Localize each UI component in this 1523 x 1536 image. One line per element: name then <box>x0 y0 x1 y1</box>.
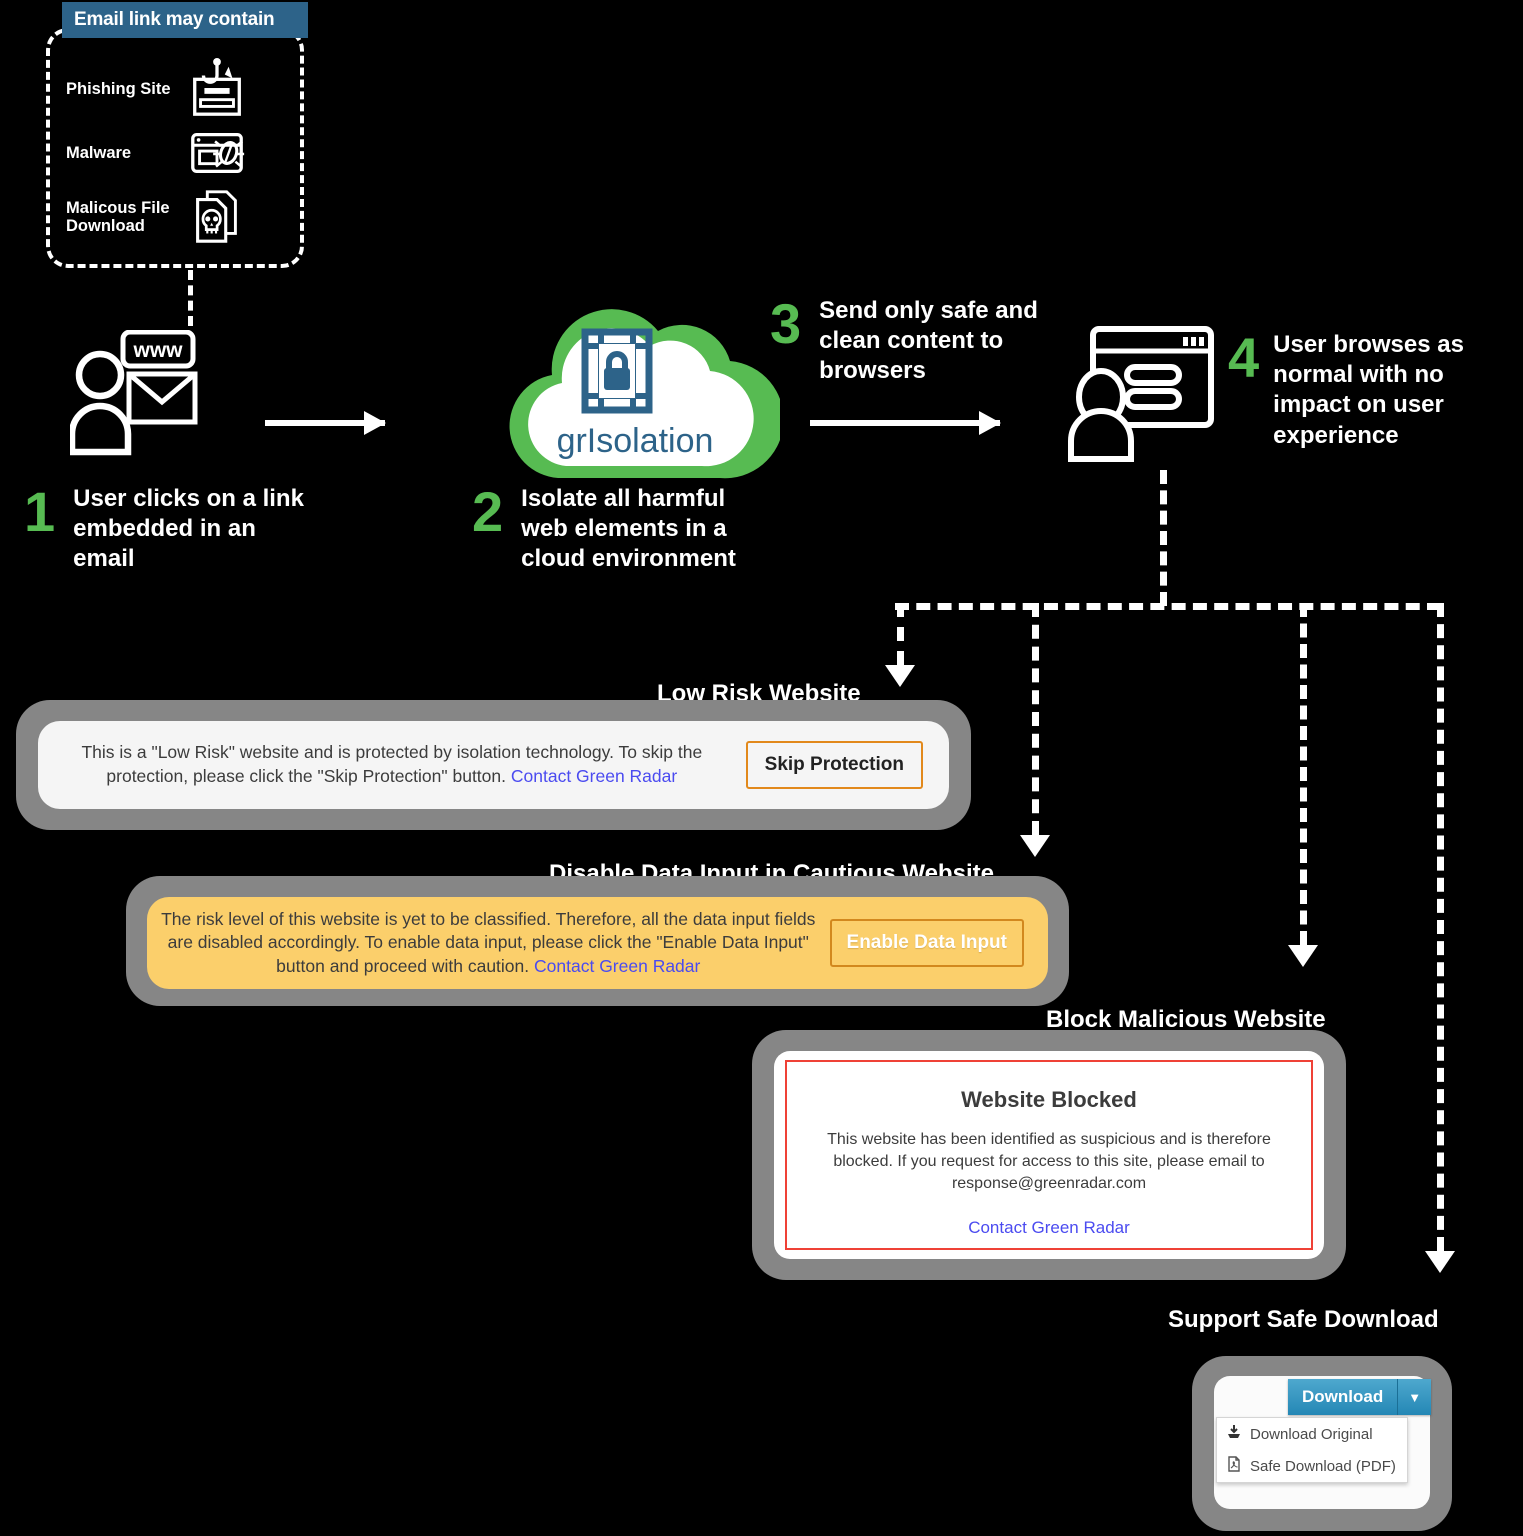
download-arrow-tray-icon <box>1226 1424 1242 1444</box>
threat-item-label: Malicous File Download <box>66 198 170 235</box>
contact-green-radar-link[interactable]: Contact Green Radar <box>511 766 677 786</box>
step-caption: Send only safe and clean content to brow… <box>819 297 1038 385</box>
arrow-step1-to-step2 <box>265 411 386 435</box>
user-with-www-envelope-icon: www <box>70 330 240 470</box>
arrow-step2-to-step3 <box>810 411 1001 435</box>
threat-box-header-label: Email link may contain <box>74 9 275 30</box>
cautious-panel: The risk level of this website is yet to… <box>126 876 1069 1006</box>
step-4: 4 User browses as normal with no impact … <box>1228 330 1513 451</box>
step-caption: Isolate all harmful web elements in a cl… <box>521 485 736 573</box>
blocked-notice: Website Blocked This website has been id… <box>785 1060 1313 1250</box>
skip-protection-button[interactable]: Skip Protection <box>745 741 923 789</box>
contact-green-radar-link[interactable]: Contact Green Radar <box>787 1218 1311 1238</box>
blocked-panel: Website Blocked This website has been id… <box>752 1030 1346 1280</box>
branch-blocked-arrowhead <box>1288 945 1318 967</box>
threat-box-header: Email link may contain <box>62 2 308 38</box>
branch-blocked-line <box>1300 603 1307 945</box>
threat-item-phishing: Phishing Site <box>66 58 296 120</box>
svg-text:www: www <box>132 339 183 362</box>
step-caption: User browses as normal with no impact on… <box>1273 331 1464 449</box>
menu-item-label: Safe Download (PDF) <box>1250 1457 1396 1475</box>
branch-download-line <box>1437 603 1444 1251</box>
step-2: 2 Isolate all harmful web elements in a … <box>472 484 772 575</box>
skull-document-icon <box>186 186 248 248</box>
grisolation-cloud: grIsolation <box>490 300 780 485</box>
branch-lowrisk-line <box>897 603 904 665</box>
bus-horizontal <box>895 603 1441 610</box>
threat-item-label: Malware <box>66 143 132 162</box>
branch-cautious-line <box>1032 603 1039 835</box>
step-1: 1 User clicks on a link embedded in an e… <box>24 484 314 575</box>
diagram-canvas: Email link may contain Phishing Site Mal… <box>0 0 1523 1536</box>
blocked-body-text: This website has been identified as susp… <box>827 1131 1271 1192</box>
step-number: 1 <box>24 480 56 543</box>
blocked-heading: Website Blocked <box>961 1087 1137 1112</box>
pdf-file-icon <box>1226 1456 1242 1476</box>
menu-item-safe-download-pdf[interactable]: Safe Download (PDF) <box>1217 1450 1407 1482</box>
branch-cautious-arrowhead <box>1020 835 1050 857</box>
step-number: 4 <box>1228 326 1260 389</box>
download-button-group: Download ▼ <box>1288 1379 1432 1415</box>
step-3: 3 Send only safe and clean content to br… <box>770 296 1050 387</box>
bus-drop-from-user <box>1160 470 1167 606</box>
threat-item-malware: Malware <box>66 122 296 184</box>
cautious-banner: The risk level of this website is yet to… <box>147 897 1048 989</box>
low-risk-banner: This is a "Low Risk" website and is prot… <box>38 721 949 809</box>
cautious-message-text: The risk level of this website is yet to… <box>161 908 816 976</box>
chevron-down-icon[interactable]: ▼ <box>1398 1379 1432 1415</box>
threat-item-malicious-file: Malicous File Download <box>66 186 296 248</box>
browser-bug-icon <box>186 122 248 184</box>
contact-green-radar-link[interactable]: Contact Green Radar <box>534 956 700 976</box>
step-number: 3 <box>770 292 802 355</box>
low-risk-panel: This is a "Low Risk" website and is prot… <box>16 700 971 830</box>
phishing-login-hook-icon <box>186 58 248 120</box>
low-risk-message: This is a "Low Risk" website and is prot… <box>38 741 746 788</box>
cloud-brand-text: grIsolation <box>557 422 714 460</box>
branch-lowrisk-arrowhead <box>885 665 915 687</box>
download-menu: Download Original Safe Download (PDF) <box>1216 1417 1408 1483</box>
download-button[interactable]: Download <box>1288 1379 1399 1415</box>
download-panel-title: Support Safe Download <box>1168 1306 1439 1333</box>
menu-item-label: Download Original <box>1250 1425 1373 1443</box>
enable-data-input-button[interactable]: Enable Data Input <box>829 919 1024 967</box>
threat-to-user-connector <box>188 270 193 326</box>
download-panel: Download ▼ Download Original Safe Downlo… <box>1192 1356 1452 1531</box>
step-caption: User clicks on a link embedded in an ema… <box>73 485 304 573</box>
user-with-browser-window-icon <box>1065 325 1225 465</box>
cautious-message: The risk level of this website is yet to… <box>147 908 830 979</box>
menu-item-download-original[interactable]: Download Original <box>1217 1418 1407 1450</box>
threat-item-label: Phishing Site <box>66 79 171 98</box>
step-number: 2 <box>472 480 504 543</box>
branch-download-arrowhead <box>1425 1251 1455 1273</box>
